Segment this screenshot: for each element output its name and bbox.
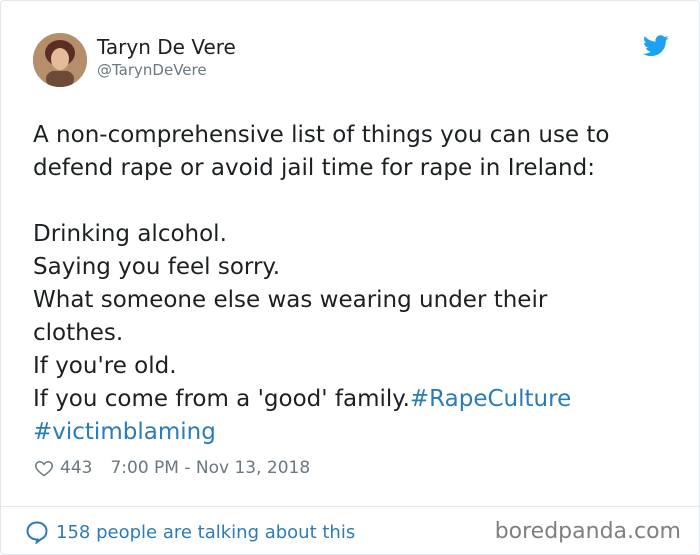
list-item-text: If you come from a 'good' family. [33,386,410,412]
list-item: If you come from a 'good' family.#RapeCu… [33,383,673,416]
list-item: If you're old. [33,353,177,379]
watermark-logo: boredpanda.com [494,519,681,544]
like-count[interactable]: 443 [60,458,92,478]
tweet-timestamp[interactable]: 7:00 PM - Nov 13, 2018 [110,458,310,478]
tweet-line: A non-comprehensive list of things you c… [33,122,610,148]
tweet-card: Taryn De Vere @TarynDeVere A non-compreh… [0,0,700,555]
list-item: clothes. [33,320,124,346]
twitter-bird-icon[interactable] [643,35,669,57]
speech-bubble-icon [26,521,48,544]
list-item: What someone else was wearing under thei… [33,287,548,313]
hashtag-link[interactable]: #RapeCulture [410,386,571,412]
hashtag-link[interactable]: #victimblaming [33,419,216,445]
tweet-meta: 443 7:00 PM - Nov 13, 2018 [34,457,310,479]
divider [1,506,700,507]
talking-about-link[interactable]: 158 people are talking about this [25,519,355,545]
tweet-line: defend rape or avoid jail time for rape … [33,155,595,181]
author-handle[interactable]: @TarynDeVere [97,61,207,79]
list-item: #victimblaming [33,416,673,449]
author-avatar[interactable] [33,33,87,87]
talking-about-text[interactable]: 158 people are talking about this [56,522,355,543]
author-name[interactable]: Taryn De Vere [97,35,236,59]
list-item: Drinking alcohol. [33,221,227,247]
tweet-text: A non-comprehensive list of things you c… [33,119,673,449]
list-item: Saying you feel sorry. [33,254,281,280]
heart-outline-icon[interactable] [34,458,54,478]
tweet-header: Taryn De Vere @TarynDeVere [33,31,673,87]
